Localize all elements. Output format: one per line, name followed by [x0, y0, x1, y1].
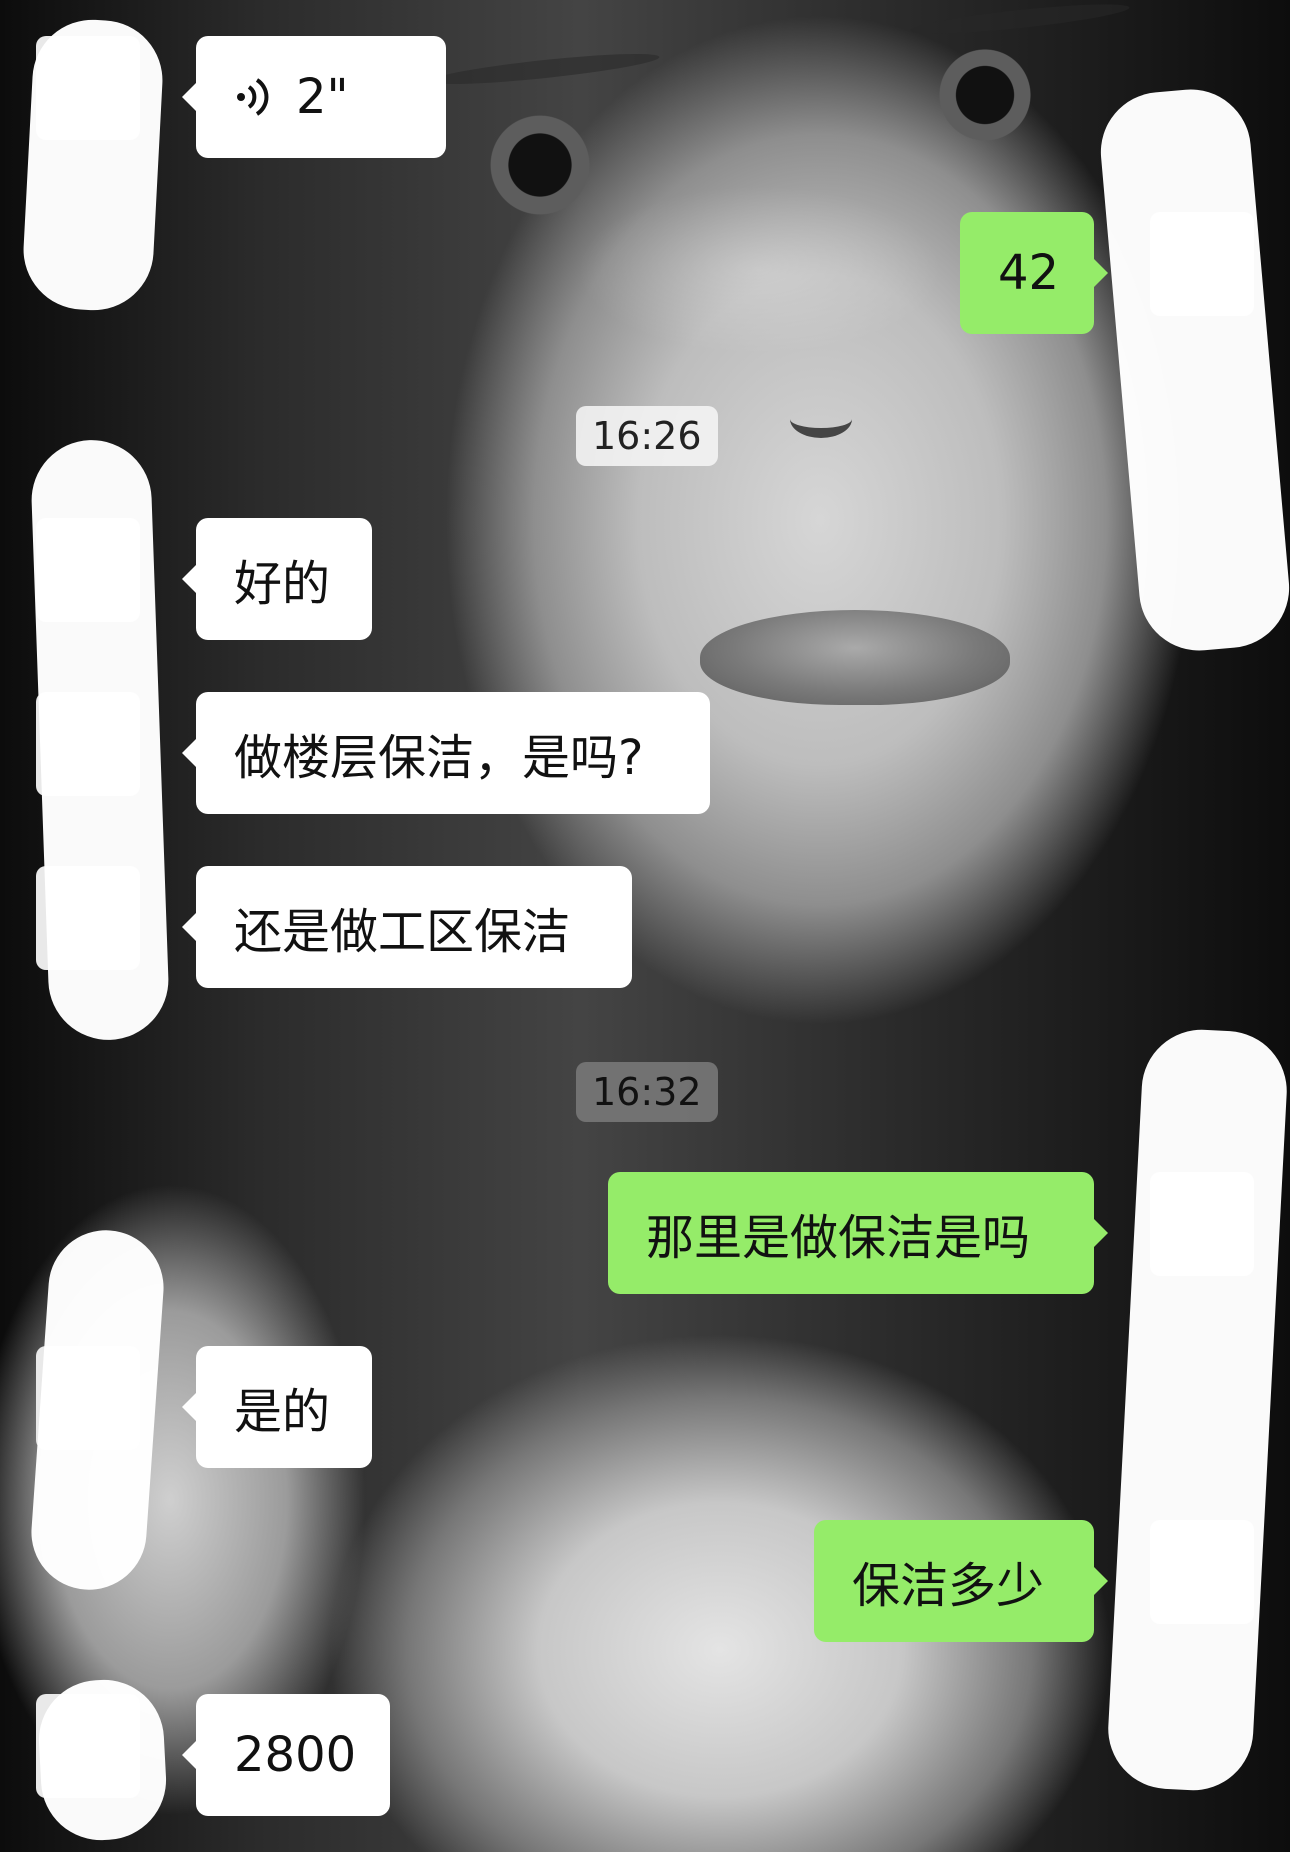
- redaction-scribble: [20, 16, 166, 314]
- message-text: 还是做工区保洁: [234, 904, 571, 960]
- message-bubble-outgoing[interactable]: 那里是做保洁是吗: [608, 1172, 1108, 1294]
- message-bubble-outgoing[interactable]: 42: [960, 212, 1108, 334]
- background-eyebrow-left: [429, 48, 661, 90]
- message-text: 42: [998, 245, 1060, 301]
- message-text: 那里是做保洁是吗: [646, 1210, 1031, 1266]
- message-bubble-incoming[interactable]: 是的: [182, 1346, 372, 1468]
- message-text: 是的: [234, 1384, 331, 1440]
- message-bubble-incoming[interactable]: 2800: [182, 1694, 390, 1816]
- redaction-scribble: [35, 1676, 170, 1844]
- chat-timestamp: 16:26: [576, 406, 718, 466]
- message-bubble-incoming[interactable]: 好的: [182, 518, 372, 640]
- background-eye-right: [920, 45, 1050, 145]
- message-bubble-outgoing[interactable]: 保洁多少: [814, 1520, 1108, 1642]
- message-bubble-incoming[interactable]: 做楼层保洁，是吗?: [182, 692, 710, 814]
- voice-wave-icon: [237, 78, 269, 116]
- message-text: 2800: [234, 1727, 357, 1783]
- message-text: 保洁多少: [852, 1558, 1045, 1614]
- message-text: 做楼层保洁，是吗?: [234, 730, 644, 786]
- message-bubble-incoming[interactable]: 还是做工区保洁: [182, 866, 632, 988]
- voice-message-bubble[interactable]: 2": [182, 36, 446, 158]
- redaction-scribble: [29, 438, 171, 1042]
- voice-duration: 2": [296, 69, 349, 125]
- chat-timestamp: 16:32: [576, 1062, 718, 1122]
- background-lips: [700, 610, 1010, 705]
- background-eye-left: [470, 110, 610, 220]
- background-nose: [790, 400, 852, 438]
- message-text: 好的: [234, 556, 331, 612]
- background-eyebrow-right: [909, 0, 1131, 40]
